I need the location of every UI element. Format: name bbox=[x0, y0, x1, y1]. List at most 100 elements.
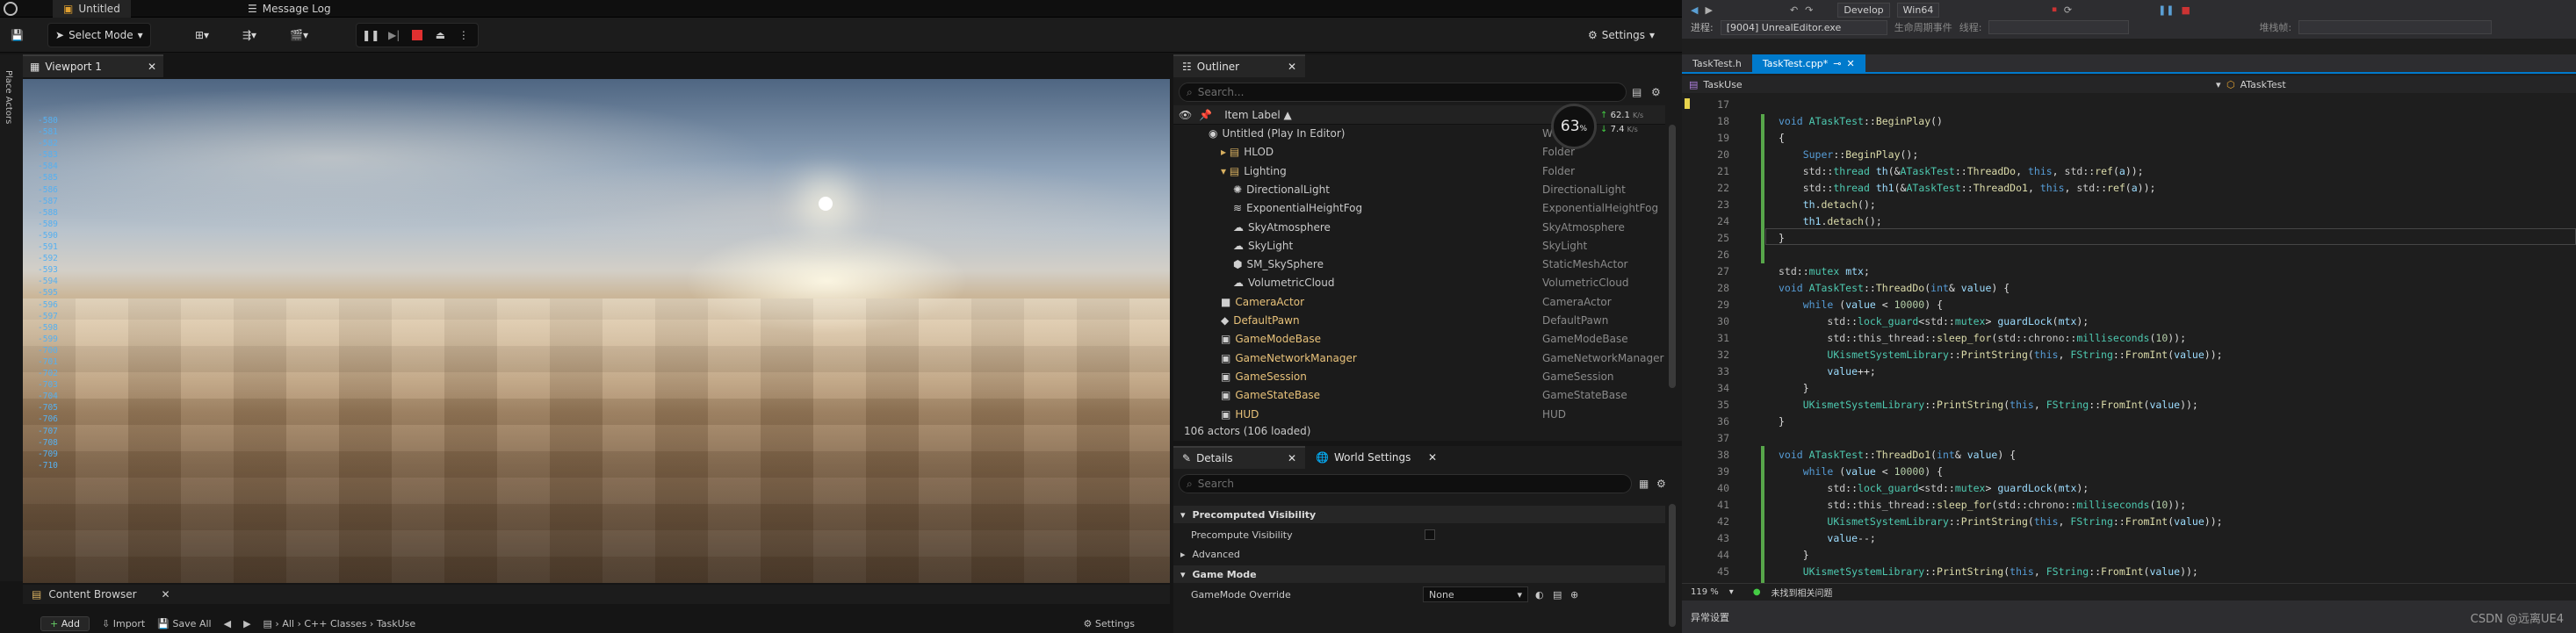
outliner-row[interactable]: ✺ DirectionalLight DirectionalLight bbox=[1173, 181, 1665, 198]
settings-button[interactable]: ⚙ Settings ▾ bbox=[1581, 23, 1662, 47]
outliner-row[interactable]: ▾ ▤ Lighting Folder bbox=[1173, 162, 1665, 180]
stackframe-dropdown[interactable] bbox=[2298, 20, 2493, 34]
zoom-dropdown[interactable]: 119 % bbox=[1691, 587, 1719, 597]
pause-icon[interactable]: ❚❚ bbox=[362, 25, 379, 45]
log-line: -595 bbox=[38, 288, 58, 299]
blueprint-icon[interactable]: ⇶▾ bbox=[235, 23, 263, 47]
continue-icon[interactable]: ⏹ bbox=[2052, 4, 2057, 16]
outliner-row[interactable]: ◆ DefaultPawn DefaultPawn bbox=[1173, 312, 1665, 329]
import-button[interactable]: ⇩ Import bbox=[102, 618, 145, 629]
add-button[interactable]: + Add bbox=[40, 616, 90, 631]
select-mode-button[interactable]: ➤ Select Mode ▾ bbox=[47, 23, 151, 47]
close-icon[interactable]: ✕ bbox=[1288, 61, 1296, 73]
step-icon[interactable]: ▶| bbox=[385, 25, 402, 45]
outliner-row-type: HUD bbox=[1542, 407, 1567, 421]
configuration-dropdown[interactable]: Develop bbox=[1837, 2, 1890, 18]
precompute-checkbox[interactable] bbox=[1425, 529, 1435, 540]
outliner-scrollbar[interactable] bbox=[1669, 125, 1676, 388]
outliner-row[interactable]: ☁ VolumetricCloud VolumetricCloud bbox=[1173, 274, 1665, 291]
open-asset-icon[interactable]: ▤ bbox=[1553, 589, 1562, 601]
close-icon[interactable]: ✕ bbox=[162, 588, 170, 601]
more-options-icon[interactable]: ⋮ bbox=[455, 25, 473, 45]
exception-settings-title[interactable]: 异常设置 bbox=[1691, 610, 1729, 624]
outliner-row[interactable]: ☁ SkyAtmosphere SkyAtmosphere bbox=[1173, 219, 1665, 236]
outliner-row[interactable]: ≋ ExponentialHeightFog ExponentialHeightFo… bbox=[1173, 199, 1665, 217]
section-precomputed-visibility[interactable]: ▾ Precomputed Visibility bbox=[1173, 506, 1665, 523]
details-tab[interactable]: ✎ Details ✕ bbox=[1173, 446, 1305, 469]
add-actor-icon[interactable]: ⊞▾ bbox=[188, 23, 216, 47]
nav-forward-icon[interactable]: ▶ bbox=[1705, 4, 1712, 16]
save-all-button[interactable]: 💾 Save All bbox=[157, 618, 211, 629]
thread-dropdown[interactable] bbox=[1988, 20, 2130, 34]
vs-editor-status: 119 % ▾ ● 未找到相关问题 bbox=[1682, 583, 2576, 601]
platform-dropdown[interactable]: Win64 bbox=[1896, 2, 1940, 18]
nav-back-icon[interactable]: ◀ bbox=[1691, 4, 1698, 16]
code-editor[interactable]: 17 18 void ATaskTest::BeginPlay() 19 { 2… bbox=[1682, 95, 2576, 583]
history-forward-icon[interactable]: ▶ bbox=[243, 618, 250, 629]
gamemode-dropdown[interactable]: None ▾ bbox=[1423, 586, 1528, 602]
outliner-row[interactable]: ☁ SkyLight SkyLight bbox=[1173, 237, 1665, 255]
close-icon[interactable]: ✕ bbox=[1428, 451, 1437, 464]
outliner-tab[interactable]: ☷ Outliner ✕ bbox=[1173, 54, 1305, 77]
section-advanced[interactable]: ▸ Advanced bbox=[1173, 544, 1665, 564]
stop-icon[interactable] bbox=[408, 25, 426, 45]
chevron-down-icon[interactable]: ▾ bbox=[1729, 587, 1734, 597]
browse-icon[interactable]: ◐ bbox=[1535, 589, 1544, 601]
details-scrollbar[interactable] bbox=[1669, 504, 1676, 627]
code-line: std::lock_guard<std::mutex> guardLock(mt… bbox=[1827, 315, 2089, 327]
breadcrumb-all[interactable]: All bbox=[282, 618, 294, 629]
outliner-row[interactable]: ▣ GameNetworkManager GameNetworkManager bbox=[1173, 349, 1665, 367]
history-back-icon[interactable]: ◀ bbox=[224, 618, 231, 629]
outliner-row[interactable]: ⬢ SM_SkySphere StaticMeshActor bbox=[1173, 255, 1665, 273]
level-viewport[interactable] bbox=[23, 79, 1170, 583]
outliner-row-label: ▾ ▤ Lighting bbox=[1221, 164, 1287, 177]
outliner-row-label: ☁ SkyAtmosphere bbox=[1233, 220, 1331, 234]
process-dropdown[interactable]: [9004] UnrealEditor.exe bbox=[1720, 19, 1887, 35]
pin-icon[interactable]: ⊸ bbox=[1833, 58, 1841, 69]
outliner-row[interactable]: ■ CameraActor CameraActor bbox=[1173, 293, 1665, 311]
col-item-label[interactable]: Item Label ▲ bbox=[1224, 109, 1292, 121]
outliner-row[interactable]: ▣ GameModeBase GameModeBase bbox=[1173, 330, 1665, 348]
issues-status[interactable]: 未找到相关问题 bbox=[1771, 586, 1833, 599]
close-icon[interactable]: ✕ bbox=[1288, 452, 1296, 464]
pause-icon[interactable]: ❚❚ bbox=[2158, 4, 2174, 16]
save-icon[interactable]: 💾 bbox=[4, 23, 31, 47]
tab-tasktest-cpp[interactable]: TaskTest.cpp* ⊸ ✕ bbox=[1751, 54, 1865, 72]
details-search[interactable]: ⌕ Search bbox=[1179, 474, 1632, 493]
outliner-row[interactable]: ▣ GameStateBase GameStateBase bbox=[1173, 386, 1665, 404]
outliner-row[interactable]: ▣ HUD HUD bbox=[1173, 406, 1665, 423]
outliner-row[interactable]: ▣ GameSession GameSession bbox=[1173, 368, 1665, 385]
viewport-tab[interactable]: ▦ Viewport 1 ✕ bbox=[23, 54, 163, 77]
outliner-search[interactable]: ⌕ Search... bbox=[1179, 83, 1627, 102]
doc-tab-untitled[interactable]: ▣ Untitled bbox=[53, 0, 131, 18]
add-folder-icon[interactable]: ▤ bbox=[1632, 86, 1642, 98]
redo-icon[interactable]: ↷ bbox=[1805, 4, 1813, 16]
gear-icon[interactable]: ⚙ bbox=[1656, 478, 1666, 490]
breadcrumb-cpp-classes[interactable]: C++ Classes bbox=[304, 618, 366, 629]
close-icon[interactable]: ✕ bbox=[148, 61, 156, 73]
restart-icon[interactable]: ⟳ bbox=[2064, 4, 2072, 16]
world-settings-tab[interactable]: 🌐 World Settings ✕ bbox=[1307, 446, 1446, 469]
outliner-row-type: GameStateBase bbox=[1542, 389, 1627, 402]
cinematics-icon[interactable]: 🎬▾ bbox=[283, 23, 315, 47]
visibility-icon[interactable]: 👁 bbox=[1179, 109, 1192, 121]
undo-icon[interactable]: ↶ bbox=[1790, 4, 1798, 16]
pin-icon[interactable]: 📌 bbox=[1199, 109, 1212, 121]
stop-icon[interactable]: ■ bbox=[2182, 4, 2190, 16]
chevron-down-icon[interactable]: ▾ bbox=[2216, 79, 2221, 90]
breadcrumb-taskuse[interactable]: TaskUse bbox=[377, 618, 415, 629]
close-icon[interactable]: ✕ bbox=[1847, 58, 1855, 69]
cb-settings-button[interactable]: ⚙ Settings bbox=[1084, 618, 1135, 629]
outliner-row[interactable]: ▸ ▤ HLOD Folder bbox=[1173, 143, 1665, 161]
content-browser-tab[interactable]: ▤ Content Browser ✕ bbox=[23, 585, 1170, 604]
grid-view-icon[interactable]: ▦ bbox=[1639, 478, 1649, 490]
class-scope-dropdown[interactable]: ⬡ ATaskTest bbox=[2226, 79, 2286, 90]
doc-tab-message-log[interactable]: ☰ Message Log bbox=[237, 0, 342, 18]
place-actors-strip[interactable]: Place Actors bbox=[0, 54, 23, 581]
eject-icon[interactable]: ⏏ bbox=[431, 25, 449, 45]
tab-tasktest-h[interactable]: TaskTest.h bbox=[1682, 54, 1752, 72]
section-game-mode[interactable]: ▾ Game Mode bbox=[1173, 565, 1665, 583]
add-new-icon[interactable]: ⊕ bbox=[1570, 589, 1578, 601]
gear-icon[interactable]: ⚙ bbox=[1651, 86, 1661, 98]
project-scope-dropdown[interactable]: ▤ TaskUse bbox=[1689, 79, 1743, 90]
